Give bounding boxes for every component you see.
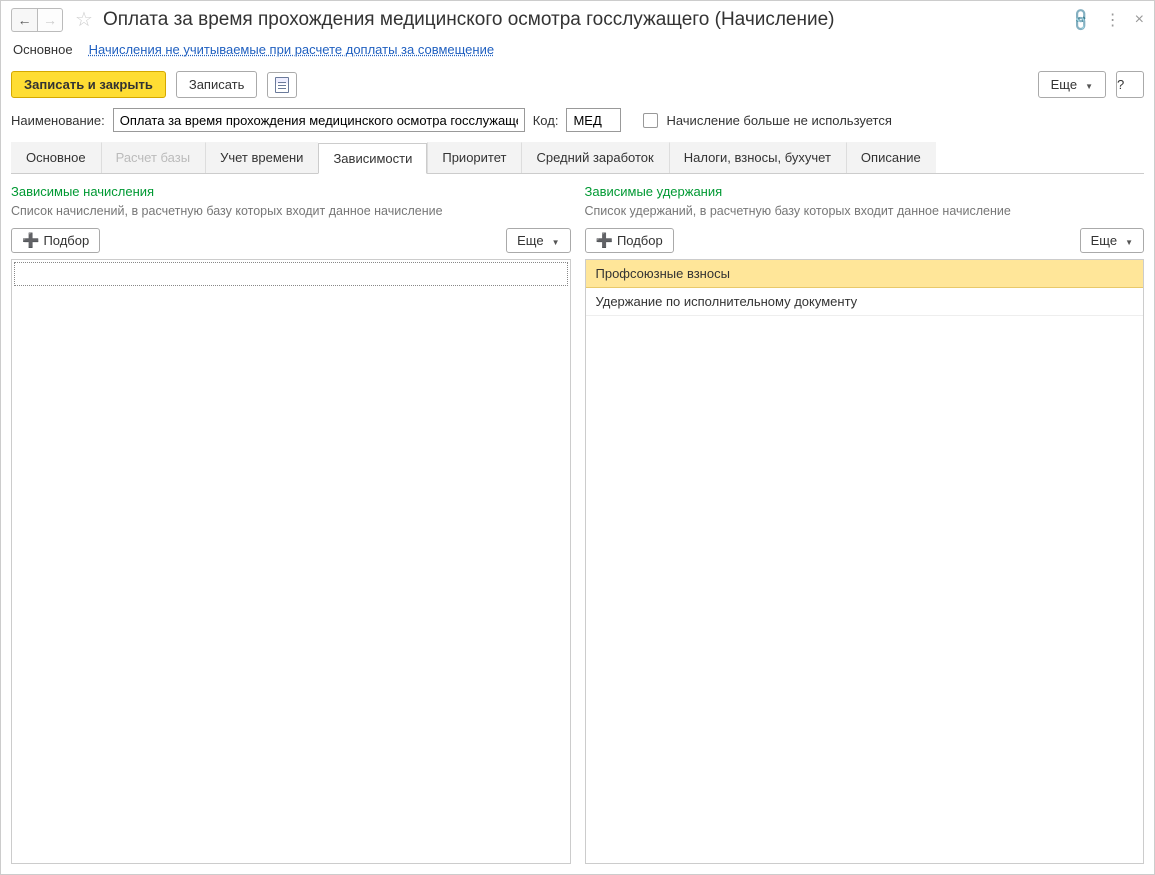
left-panel: Зависимые начисления Список начислений, … <box>11 184 571 864</box>
save-and-close-button[interactable]: Записать и закрыть <box>11 71 166 98</box>
right-pick-button[interactable]: ➕ Подбор <box>585 228 674 253</box>
tab-0[interactable]: Основное <box>11 142 101 173</box>
app-window: ← → ☆ Оплата за время прохождения медици… <box>0 0 1155 875</box>
list-item[interactable]: Профсоюзные взносы <box>586 260 1144 288</box>
left-pick-button[interactable]: ➕ Подбор <box>11 228 100 253</box>
save-button[interactable]: Записать <box>176 71 258 98</box>
tab-3[interactable]: Зависимости <box>318 143 427 174</box>
right-more-button[interactable]: Еще <box>1080 228 1144 253</box>
report-button[interactable] <box>267 72 297 98</box>
tab-7[interactable]: Описание <box>846 142 936 173</box>
left-pick-label: Подбор <box>43 233 89 248</box>
tab-content-dependencies: Зависимые начисления Список начислений, … <box>1 174 1154 874</box>
titlebar: ← → ☆ Оплата за время прохождения медици… <box>1 1 1154 36</box>
right-more-label: Еще <box>1091 233 1117 248</box>
code-label: Код: <box>533 113 559 128</box>
more-button[interactable]: Еще <box>1038 71 1106 98</box>
plus-icon: ➕ <box>22 233 39 247</box>
right-pick-label: Подбор <box>617 233 663 248</box>
left-panel-toolbar: ➕ Подбор Еще <box>11 228 571 253</box>
disused-checkbox[interactable] <box>643 113 658 128</box>
topnav-link[interactable]: Начисления не учитываемые при расчете до… <box>89 42 495 57</box>
plus-icon: ➕ <box>596 233 613 247</box>
name-input[interactable] <box>113 108 525 132</box>
list-item[interactable]: Удержание по исполнительному документу <box>586 288 1144 316</box>
help-button[interactable]: ? <box>1116 71 1144 98</box>
right-panel-toolbar: ➕ Подбор Еще <box>585 228 1145 253</box>
disused-label: Начисление больше не используется <box>666 113 891 128</box>
close-icon[interactable]: × <box>1135 11 1144 29</box>
right-panel-desc: Список удержаний, в расчетную базу котор… <box>585 203 1145 220</box>
tabs: ОсновноеРасчет базыУчет времениЗависимос… <box>11 142 1144 174</box>
right-panel-title: Зависимые удержания <box>585 184 1145 199</box>
nav-forward-button[interactable]: → <box>37 8 63 32</box>
report-icon <box>275 77 289 93</box>
form-row: Наименование: Код: Начисление больше не … <box>1 106 1154 142</box>
page-title: Оплата за время прохождения медицинского… <box>103 9 1065 31</box>
favorite-star-icon[interactable]: ☆ <box>75 7 93 32</box>
kebab-menu-icon[interactable]: ⋮ <box>1105 10 1121 30</box>
tab-4[interactable]: Приоритет <box>427 142 521 173</box>
right-panel: Зависимые удержания Список удержаний, в … <box>585 184 1145 864</box>
left-listbox[interactable] <box>11 259 571 864</box>
left-more-button[interactable]: Еще <box>506 228 570 253</box>
more-label: Еще <box>1051 77 1077 92</box>
tab-5[interactable]: Средний заработок <box>521 142 668 173</box>
tab-6[interactable]: Налоги, взносы, бухучет <box>669 142 846 173</box>
topnav-main[interactable]: Основное <box>13 42 73 57</box>
nav-back-button[interactable]: ← <box>11 8 37 32</box>
code-input[interactable] <box>566 108 621 132</box>
link-icon[interactable]: 🔗 <box>1067 5 1095 33</box>
titlebar-actions: 🔗 ⋮ × <box>1071 10 1144 30</box>
tab-1: Расчет базы <box>101 142 206 173</box>
nav-buttons: ← → <box>11 8 63 32</box>
top-section-nav: Основное Начисления не учитываемые при р… <box>1 36 1154 67</box>
left-panel-desc: Список начислений, в расчетную базу кото… <box>11 203 571 220</box>
name-label: Наименование: <box>11 113 105 128</box>
left-panel-title: Зависимые начисления <box>11 184 571 199</box>
left-more-label: Еще <box>517 233 543 248</box>
right-listbox[interactable]: Профсоюзные взносыУдержание по исполните… <box>585 259 1145 864</box>
main-toolbar: Записать и закрыть Записать Еще ? <box>1 67 1154 106</box>
tab-2[interactable]: Учет времени <box>205 142 318 173</box>
